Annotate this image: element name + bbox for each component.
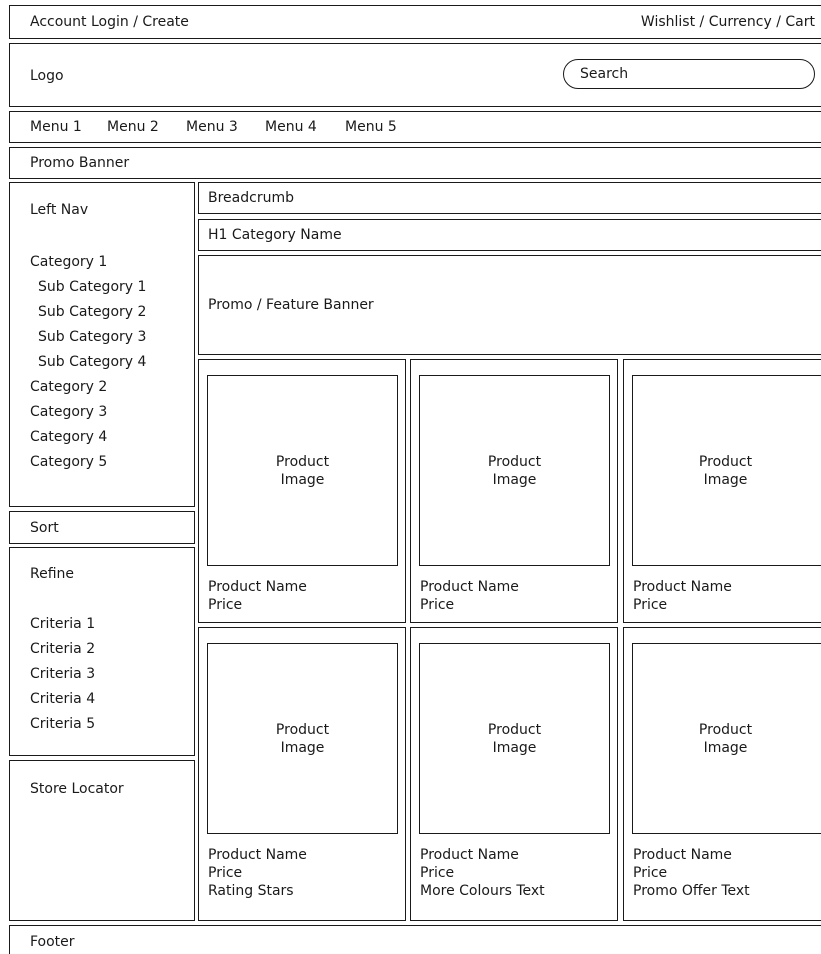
product-image[interactable]: Product Image [207, 643, 398, 834]
product-image-label: Image [703, 739, 748, 756]
product-image-label: Image [492, 471, 537, 488]
product-info: Product Name Price [420, 578, 519, 614]
store-locator-label: Store Locator [30, 781, 124, 797]
criteria-list: Criteria 1 Criteria 2 Criteria 3 Criteri… [30, 615, 95, 740]
category-item[interactable]: Category 4 [30, 428, 146, 453]
category-list: Category 1 Sub Category 1 Sub Category 2… [30, 253, 146, 478]
product-card[interactable]: Product Image Product Name Price Rating S… [198, 627, 406, 921]
store-locator[interactable]: Store Locator [9, 760, 195, 921]
product-image-label: Product [698, 453, 753, 470]
page-title-label: H1 Category Name [208, 227, 342, 243]
product-price: Price [633, 597, 668, 613]
product-price: Price [208, 597, 243, 613]
left-nav-title: Left Nav [30, 202, 89, 218]
left-nav: Left Nav Category 1 Sub Category 1 Sub C… [9, 182, 195, 507]
product-price: Price [208, 865, 243, 881]
criteria-item[interactable]: Criteria 5 [30, 715, 95, 740]
promo-banner-label: Promo Banner [30, 155, 130, 171]
category-item[interactable]: Category 1 [30, 253, 146, 278]
product-image[interactable]: Product Image [632, 643, 821, 834]
product-image[interactable]: Product Image [207, 375, 398, 566]
refine-title: Refine [30, 566, 75, 582]
search-placeholder: Search [580, 66, 629, 82]
breadcrumb-label: Breadcrumb [208, 190, 294, 206]
criteria-item[interactable]: Criteria 2 [30, 640, 95, 665]
footer-label: Footer [30, 934, 75, 950]
product-card[interactable]: Product Image Product Name Price Promo Of… [623, 627, 821, 921]
sub-category-item[interactable]: Sub Category 4 [30, 353, 146, 378]
product-image-label: Product [487, 721, 542, 738]
rating-stars: Rating Stars [208, 883, 294, 899]
product-info: Product Name Price More Colours Text [420, 846, 545, 900]
criteria-item[interactable]: Criteria 3 [30, 665, 95, 690]
sub-category-item[interactable]: Sub Category 2 [30, 303, 146, 328]
product-info: Product Name Price Promo Offer Text [633, 846, 750, 900]
criteria-item[interactable]: Criteria 1 [30, 615, 95, 640]
product-name[interactable]: Product Name [208, 578, 307, 596]
utility-links[interactable]: Wishlist / Currency / Cart [641, 15, 815, 29]
sort-label: Sort [30, 519, 59, 536]
criteria-item[interactable]: Criteria 4 [30, 690, 95, 715]
sub-category-item[interactable]: Sub Category 3 [30, 328, 146, 353]
main-menu: Menu 1 Menu 2 Menu 3 Menu 4 Menu 5 [9, 111, 821, 143]
product-image[interactable]: Product Image [632, 375, 821, 566]
product-image-label: Product [275, 453, 330, 470]
product-name[interactable]: Product Name [420, 578, 519, 596]
product-image-label: Image [280, 471, 325, 488]
account-login-link[interactable]: Account Login / Create [30, 15, 189, 29]
feature-banner[interactable]: Promo / Feature Banner [198, 255, 821, 355]
product-price: Price [420, 865, 455, 881]
product-card[interactable]: Product Image Product Name Price [198, 359, 406, 623]
product-info: Product Name Price [208, 578, 307, 614]
product-image-label: Image [280, 739, 325, 756]
menu-item-2[interactable]: Menu 2 [107, 120, 159, 134]
menu-item-4[interactable]: Menu 4 [265, 120, 317, 134]
category-item[interactable]: Category 3 [30, 403, 146, 428]
category-item[interactable]: Category 5 [30, 453, 146, 478]
product-image-label: Image [492, 739, 537, 756]
product-price: Price [420, 597, 455, 613]
product-image-label: Product [275, 721, 330, 738]
sub-category-item[interactable]: Sub Category 1 [30, 278, 146, 303]
sort-dropdown[interactable]: Sort [9, 511, 195, 544]
product-image-label: Product [698, 721, 753, 738]
product-card[interactable]: Product Image Product Name Price [623, 359, 821, 623]
product-image-label: Product [487, 453, 542, 470]
product-name[interactable]: Product Name [633, 846, 750, 864]
product-name[interactable]: Product Name [208, 846, 307, 864]
product-image[interactable]: Product Image [419, 643, 610, 834]
search-input[interactable]: Search [563, 59, 815, 89]
menu-item-3[interactable]: Menu 3 [186, 120, 238, 134]
breadcrumb[interactable]: Breadcrumb [198, 182, 821, 214]
product-price: Price [633, 865, 668, 881]
category-item[interactable]: Category 2 [30, 378, 146, 403]
product-info: Product Name Price Rating Stars [208, 846, 307, 900]
product-info: Product Name Price [633, 578, 732, 614]
footer: Footer [9, 925, 821, 954]
menu-item-5[interactable]: Menu 5 [345, 120, 397, 134]
logo[interactable]: Logo [30, 69, 64, 83]
more-colours-text[interactable]: More Colours Text [420, 882, 545, 900]
top-utility-bar: Account Login / Create Wishlist / Curren… [9, 5, 821, 39]
product-card[interactable]: Product Image Product Name Price More Col… [410, 627, 618, 921]
menu-item-1[interactable]: Menu 1 [30, 120, 82, 134]
product-image[interactable]: Product Image [419, 375, 610, 566]
feature-banner-label: Promo / Feature Banner [208, 297, 374, 313]
page-title: H1 Category Name [198, 219, 821, 251]
promo-banner[interactable]: Promo Banner [9, 147, 821, 179]
product-name[interactable]: Product Name [420, 846, 545, 864]
promo-offer-text: Promo Offer Text [633, 883, 750, 899]
product-image-label: Image [703, 471, 748, 488]
product-name[interactable]: Product Name [633, 578, 732, 596]
product-card[interactable]: Product Image Product Name Price [410, 359, 618, 623]
refine-panel: Refine Criteria 1 Criteria 2 Criteria 3 … [9, 547, 195, 756]
